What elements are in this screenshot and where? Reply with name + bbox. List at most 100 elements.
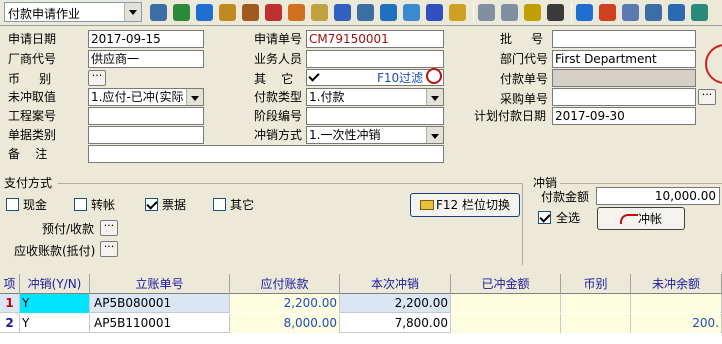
table-row[interactable]: 2 Y AP5B110001 8,000.00 7,800.00 200. bbox=[0, 314, 722, 333]
tree-icon[interactable] bbox=[173, 4, 190, 21]
payment-group-line bbox=[58, 183, 522, 184]
grid-header: 项 冲销(Y/N) 立账单号 应付账款 本次冲销 已冲金额 币别 未冲余额 bbox=[0, 274, 722, 294]
cart-icon[interactable] bbox=[426, 4, 443, 21]
purchase-no-field[interactable] bbox=[552, 88, 696, 106]
network-icon[interactable] bbox=[668, 4, 685, 21]
row-yn[interactable]: Y bbox=[20, 314, 90, 333]
apply-no-label: 申请单号 bbox=[254, 32, 303, 46]
folder-open-icon[interactable] bbox=[311, 4, 328, 21]
pay-type-value: 1.付款 bbox=[309, 90, 345, 104]
row-payable: 2,200.00 bbox=[230, 294, 340, 313]
payment-no-field bbox=[552, 69, 696, 87]
f10-filter-label[interactable]: F10过滤 bbox=[377, 70, 423, 85]
check-icon[interactable] bbox=[576, 4, 593, 21]
table-icon[interactable] bbox=[691, 4, 708, 21]
currency-lookup-button[interactable]: ··· bbox=[88, 70, 106, 86]
offset-method-select[interactable]: 1.一次性冲销 bbox=[306, 126, 444, 144]
card-icon[interactable] bbox=[403, 4, 420, 21]
prepaid-label: 预付/收款 bbox=[42, 222, 95, 236]
lock-icon[interactable] bbox=[219, 4, 236, 21]
key-icon[interactable] bbox=[357, 4, 374, 21]
flag-icon[interactable] bbox=[599, 4, 616, 21]
bill-checkbox[interactable] bbox=[145, 198, 158, 211]
pay-type-select[interactable]: 1.付款 bbox=[306, 88, 444, 106]
dept-field[interactable]: First Department bbox=[552, 50, 696, 68]
row-cur bbox=[561, 314, 631, 333]
chevron-down-icon[interactable] bbox=[426, 127, 443, 143]
receivable-lookup-button[interactable]: ··· bbox=[100, 241, 118, 257]
transfer-checkbox[interactable] bbox=[74, 198, 87, 211]
row-this[interactable]: 2,200.00 bbox=[340, 294, 451, 313]
currency-label: 币 别 bbox=[8, 72, 52, 86]
salesperson-field[interactable] bbox=[306, 50, 444, 68]
approval-label: 批 号 bbox=[500, 32, 544, 46]
copy2-icon[interactable] bbox=[501, 4, 518, 21]
apply-no-field[interactable]: CM79150001 bbox=[306, 30, 444, 48]
briefcase-icon[interactable] bbox=[242, 4, 259, 21]
hat-icon[interactable] bbox=[265, 4, 282, 21]
row-remain: 200. bbox=[631, 314, 722, 333]
row-idx: 1 bbox=[0, 294, 20, 313]
chevron-down-icon[interactable] bbox=[426, 89, 443, 105]
unoffset-label: 未冲取值 bbox=[8, 90, 57, 104]
report-icon[interactable] bbox=[150, 4, 167, 21]
bill-label: 票据 bbox=[162, 198, 187, 212]
row-idx: 2 bbox=[0, 314, 20, 333]
plan-date-field[interactable]: 2017-09-30 bbox=[552, 107, 696, 125]
dollar-icon[interactable] bbox=[449, 4, 466, 21]
people-icon[interactable] bbox=[288, 4, 305, 21]
apply-date-field[interactable]: 2017-09-15 bbox=[88, 30, 204, 48]
vendor-label: 厂商代号 bbox=[8, 52, 57, 66]
approval-field[interactable] bbox=[552, 30, 696, 48]
header-payable: 应付账款 bbox=[230, 274, 340, 294]
stamp-icon bbox=[705, 44, 722, 84]
remark-field[interactable] bbox=[88, 145, 444, 163]
refresh-icon[interactable] bbox=[196, 4, 213, 21]
header-this: 本次冲销 bbox=[340, 274, 451, 294]
other-check-icon[interactable] bbox=[308, 71, 321, 84]
switch-icon bbox=[420, 200, 434, 210]
offset-icon bbox=[619, 214, 638, 224]
pin-icon[interactable] bbox=[645, 4, 662, 21]
doc-class-field[interactable] bbox=[88, 126, 204, 144]
header-idx: 项 bbox=[0, 274, 20, 294]
copy-icon[interactable] bbox=[478, 4, 495, 21]
dept-label: 部门代号 bbox=[500, 52, 549, 66]
note-icon[interactable] bbox=[547, 4, 564, 21]
select-all-checkbox[interactable] bbox=[538, 211, 551, 224]
vendor-field[interactable]: 供应商一 bbox=[88, 50, 204, 68]
other-field: F10过滤 bbox=[306, 69, 444, 86]
chevron-down-icon[interactable] bbox=[186, 89, 203, 105]
save-icon[interactable] bbox=[524, 4, 541, 21]
help-icon[interactable] bbox=[380, 4, 397, 21]
purchase-no-label: 采购单号 bbox=[500, 92, 549, 106]
row-yn[interactable]: Y bbox=[20, 294, 90, 313]
purchase-lookup-button[interactable]: ··· bbox=[698, 89, 716, 105]
f12-toggle-button[interactable]: F12 栏位切换 bbox=[410, 193, 520, 217]
table-row[interactable]: 1 Y AP5B080001 2,200.00 2,200.00 bbox=[0, 294, 722, 313]
other-checkbox[interactable] bbox=[213, 198, 226, 211]
doc-type-select[interactable]: 付款申请作业 bbox=[4, 2, 142, 22]
other-pay-label: 其它 bbox=[230, 198, 255, 212]
row-remain bbox=[631, 294, 722, 313]
prepaid-lookup-button[interactable]: ··· bbox=[100, 220, 118, 236]
row-cur bbox=[561, 294, 631, 313]
amount-field[interactable]: 10,000.00 bbox=[596, 187, 720, 205]
project-label: 工程案号 bbox=[8, 109, 57, 123]
edit-icon[interactable] bbox=[622, 4, 639, 21]
stage-field[interactable] bbox=[306, 107, 444, 125]
row-this[interactable]: 7,800.00 bbox=[340, 314, 451, 333]
plan-date-label: 计划付款日期 bbox=[474, 109, 547, 123]
offset-grid: 项 冲销(Y/N) 立账单号 应付账款 本次冲销 已冲金额 币别 未冲余额 1 … bbox=[0, 274, 722, 344]
doc-class-label: 单据类别 bbox=[8, 128, 57, 142]
zoom-search-icon[interactable] bbox=[426, 68, 442, 84]
unoffset-select[interactable]: 1.应付-已冲(实际 bbox=[88, 88, 204, 106]
row-done bbox=[451, 294, 561, 313]
header-no: 立账单号 bbox=[90, 274, 230, 294]
project-field[interactable] bbox=[88, 107, 204, 125]
cash-checkbox[interactable] bbox=[6, 198, 19, 211]
offset-button[interactable]: 冲帐 bbox=[597, 207, 685, 230]
stage-label: 阶段编号 bbox=[254, 109, 303, 123]
chevron-down-icon[interactable] bbox=[124, 3, 141, 21]
download-icon[interactable] bbox=[334, 4, 351, 21]
